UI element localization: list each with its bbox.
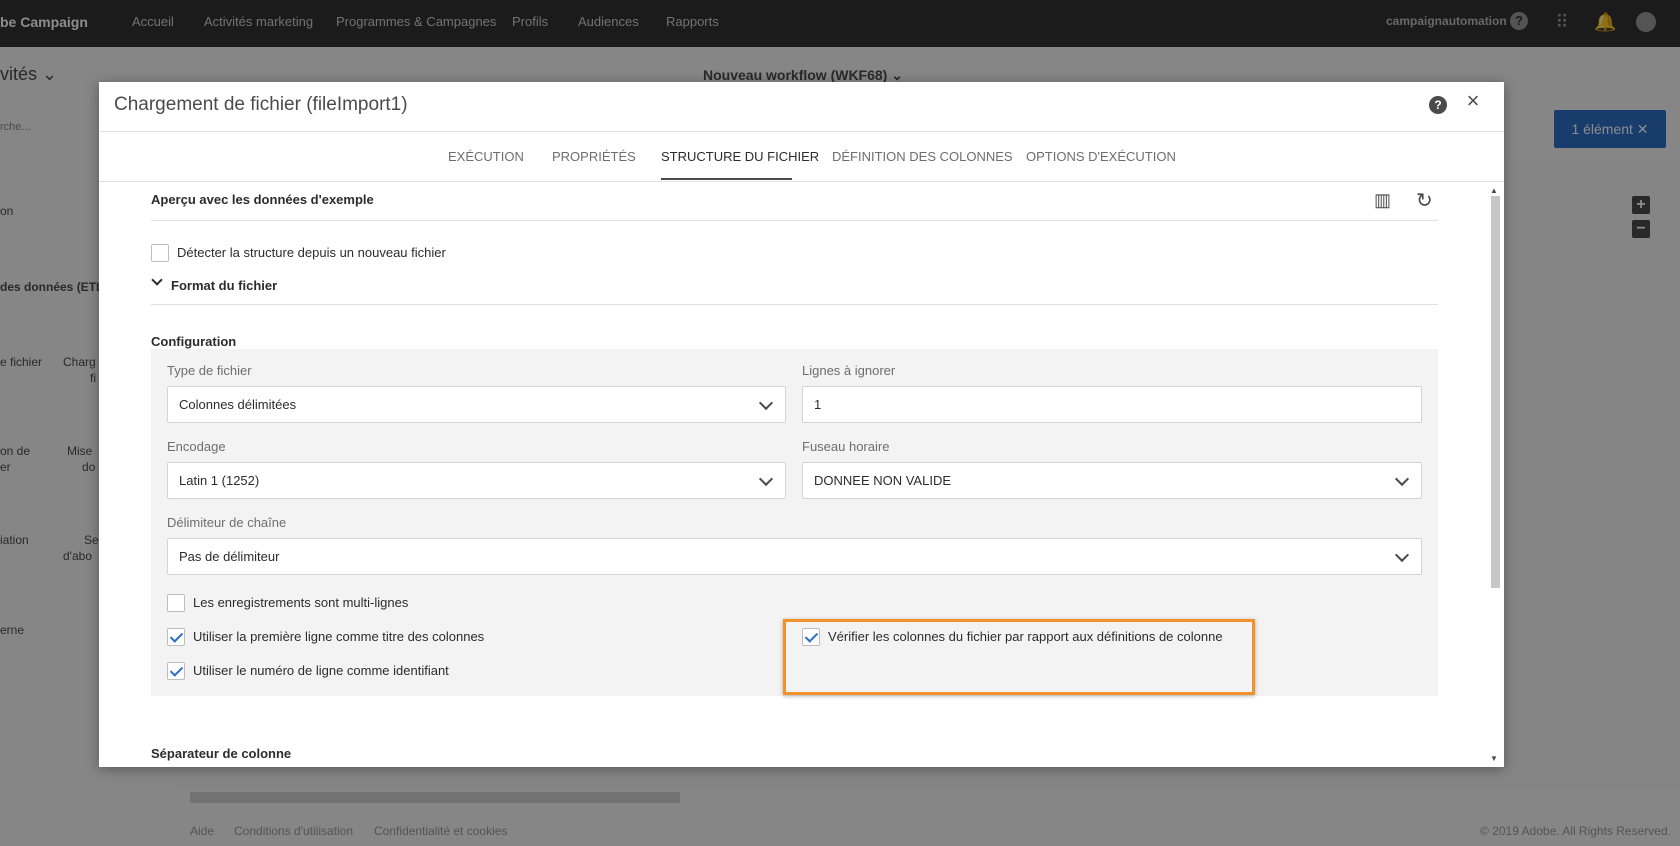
string-delimiter-select[interactable]: Pas de délimiteur [167, 538, 1422, 575]
file-type-value: Colonnes délimitées [179, 397, 297, 412]
encoding-value: Latin 1 (1252) [179, 473, 260, 488]
tab-definition-des-colonnes[interactable]: DÉFINITION DES COLONNES [832, 149, 1013, 164]
active-tab-indicator [661, 178, 792, 180]
skip-lines-label: Lignes à ignorer [802, 363, 896, 378]
chevron-down-icon [1394, 547, 1410, 563]
skip-lines-value: 1 [814, 397, 822, 412]
detect-structure-checkbox[interactable] [151, 244, 169, 262]
string-delimiter-value: Pas de délimiteur [179, 549, 280, 564]
chevron-down-icon [1394, 471, 1410, 487]
dialog-title: Chargement de fichier (fileImport1) [114, 94, 408, 115]
highlight-box [783, 619, 1255, 695]
file-type-select[interactable]: Colonnes délimitées [167, 386, 786, 423]
timezone-value: DONNEE NON VALIDE [814, 473, 952, 488]
close-icon[interactable]: × [1462, 90, 1484, 112]
scroll-down-arrow[interactable]: ▼ [1490, 754, 1498, 763]
timezone-label: Fuseau horaire [802, 439, 890, 454]
column-separator-title: Séparateur de colonne [151, 746, 292, 761]
chevron-down-icon [758, 395, 774, 411]
tab-options-execution[interactable]: OPTIONS D'EXÉCUTION [1026, 149, 1176, 164]
first-line-titles-label: Utiliser la première ligne comme titre d… [193, 629, 485, 644]
scroll-up-arrow[interactable]: ▲ [1490, 186, 1498, 195]
first-line-titles-checkbox[interactable] [167, 628, 185, 646]
tab-structure-du-fichier[interactable]: STRUCTURE DU FICHIER [661, 149, 819, 164]
chevron-down-icon[interactable] [151, 274, 163, 286]
help-icon[interactable]: ? [1429, 96, 1447, 114]
divider [151, 304, 1438, 305]
multiline-checkbox[interactable] [167, 594, 185, 612]
detect-structure-label: Détecter la structure depuis un nouveau … [177, 245, 446, 260]
skip-lines-input[interactable]: 1 [802, 386, 1422, 423]
configuration-title: Configuration [151, 334, 237, 349]
file-format-toggle[interactable]: Format du fichier [171, 278, 277, 293]
file-import-dialog: Chargement de fichier (fileImport1) ? × … [99, 82, 1504, 767]
column-settings-icon[interactable]: ▥ [1374, 190, 1391, 211]
line-number-id-label: Utiliser le numéro de ligne comme identi… [193, 663, 449, 678]
file-type-label: Type de fichier [167, 363, 252, 378]
vertical-scrollbar[interactable] [1491, 196, 1500, 588]
dialog-header: Chargement de fichier (fileImport1) ? × [99, 82, 1504, 132]
encoding-select[interactable]: Latin 1 (1252) [167, 462, 786, 499]
divider [151, 220, 1438, 221]
timezone-select[interactable]: DONNEE NON VALIDE [802, 462, 1422, 499]
encoding-label: Encodage [167, 439, 226, 454]
dialog-tabs: EXÉCUTION PROPRIÉTÉS STRUCTURE DU FICHIE… [99, 132, 1504, 182]
tab-proprietes[interactable]: PROPRIÉTÉS [552, 149, 636, 164]
string-delimiter-label: Délimiteur de chaîne [167, 515, 287, 530]
line-number-id-checkbox[interactable] [167, 662, 185, 680]
refresh-icon[interactable]: ↻ [1416, 188, 1433, 213]
preview-section-title: Aperçu avec les données d'exemple [151, 192, 374, 207]
tab-execution[interactable]: EXÉCUTION [448, 149, 524, 164]
multiline-label: Les enregistrements sont multi-lignes [193, 595, 409, 610]
chevron-down-icon [758, 471, 774, 487]
